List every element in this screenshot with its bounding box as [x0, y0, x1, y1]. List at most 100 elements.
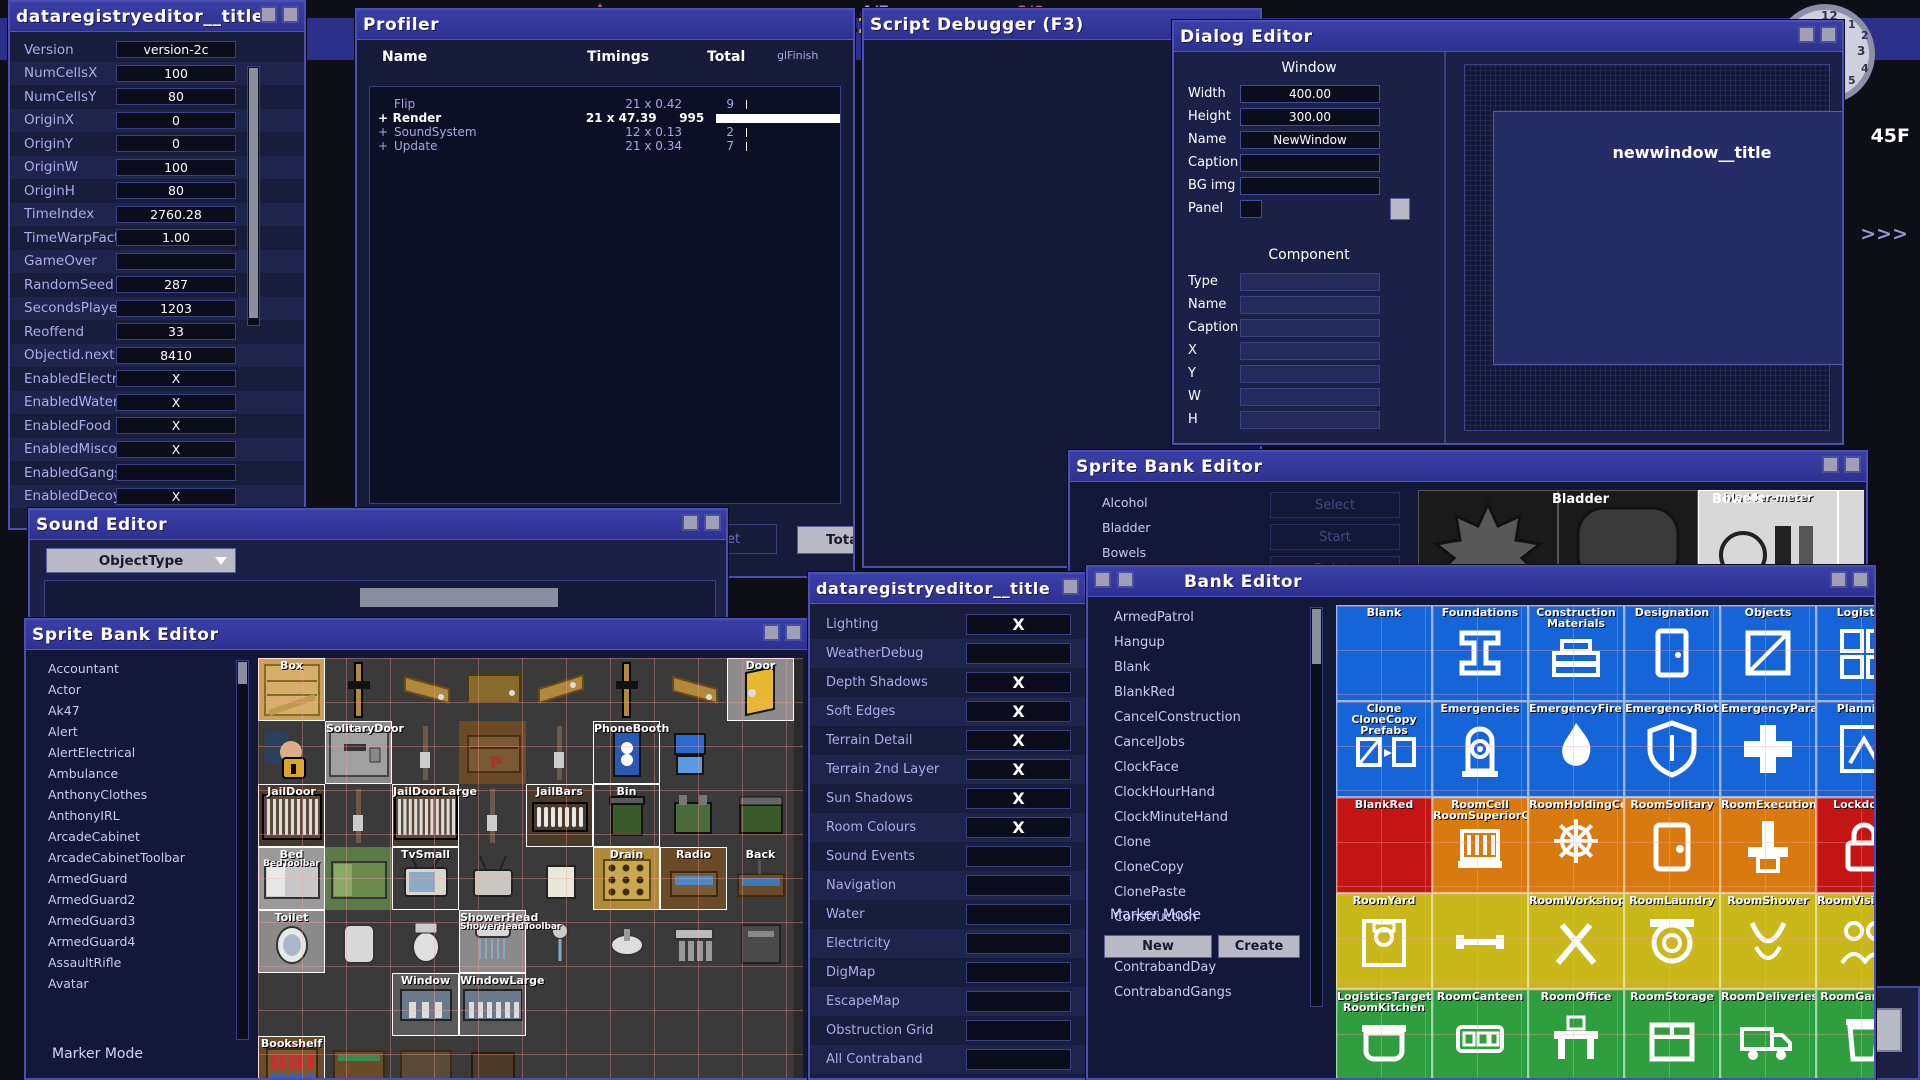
bank-icon-cell[interactable]: RoomWorkshop	[1528, 893, 1624, 989]
bank-icon-cell[interactable]: RoomYard	[1336, 893, 1432, 989]
bank-icon-cell[interactable]: RoomExecution	[1720, 797, 1816, 893]
registry-toggle-row[interactable]: DigMap	[810, 958, 1106, 987]
sprite-cell[interactable]	[526, 1036, 593, 1078]
bank-icon-cell[interactable]: EmergencyFireEngine	[1528, 701, 1624, 797]
window-dataregistry-left[interactable]: dataregistryeditor__title Version version…	[8, 0, 306, 530]
sprite-cell[interactable]	[392, 910, 459, 973]
profiler-row[interactable]: Flip 21 x 0.42 9	[370, 97, 840, 111]
sprite-cell[interactable]: ShowerHead ShowerHeadToolbar	[459, 910, 561, 973]
restore-button[interactable]	[1117, 571, 1134, 588]
new-button[interactable]: New	[1104, 935, 1212, 958]
toggle-checkbox[interactable]	[966, 933, 1071, 954]
dialog-field-row[interactable]: X	[1188, 339, 1438, 362]
sprite-cell[interactable]: PhoneBooth	[593, 721, 669, 784]
bank-icon-cell[interactable]: Clone CloneCopy Prefabs	[1336, 701, 1432, 797]
list-item[interactable]: ClockHourHand	[1088, 780, 1308, 805]
list-item[interactable]: ContrabandDay	[1088, 955, 1308, 980]
toggle-checkbox[interactable]: X	[966, 817, 1071, 838]
sprite-cell[interactable]	[526, 847, 593, 910]
dialog-field-input[interactable]	[1240, 176, 1380, 195]
sprite-cell[interactable]	[660, 721, 727, 784]
bank-icon-cell[interactable]: RoomShower	[1720, 893, 1816, 989]
dialog-field-input[interactable]: 400.00	[1240, 84, 1380, 103]
sprite-grid-panel[interactable]: Box Door SolitaryDoor P PhoneBooth JailDoor Ja…	[258, 658, 803, 1078]
bank-icon-cell[interactable]: RoomCanteen	[1432, 989, 1528, 1078]
window-controls[interactable]	[260, 6, 299, 23]
window-controls[interactable]	[1830, 571, 1869, 588]
sprite-cell[interactable]: Toilet	[258, 910, 325, 973]
list-item[interactable]: ClockMinuteHand	[1088, 805, 1308, 830]
bank-icon-cell[interactable]: RoomGarbage	[1816, 989, 1874, 1078]
dialog-field-input[interactable]	[1240, 387, 1380, 406]
bank-icon-cell[interactable]: EmergencyParamedic	[1720, 701, 1816, 797]
registry-row-value[interactable]: X	[116, 370, 236, 388]
registry-toggle-row[interactable]: Terrain Detail X	[810, 726, 1106, 755]
sprite-cell[interactable]	[727, 1036, 794, 1078]
scrollbar-thumb[interactable]	[249, 68, 258, 318]
list-item[interactable]: AlertElectrical	[26, 742, 226, 763]
dialog-field-input[interactable]	[1240, 272, 1380, 291]
toggle-checkbox[interactable]: X	[966, 759, 1071, 780]
dialog-field-row[interactable]: Y	[1188, 362, 1438, 385]
close-button-2[interactable]	[1852, 571, 1869, 588]
list-item[interactable]: Alert	[26, 721, 226, 742]
bank-icon-cell[interactable]: Designation	[1624, 605, 1720, 701]
list-item[interactable]: Accountant	[26, 658, 226, 679]
minimize-button[interactable]	[682, 514, 699, 531]
bank-icon-cell[interactable]: Foundations	[1432, 605, 1528, 701]
dialog-field-input[interactable]	[1240, 199, 1262, 218]
bank-icon-cell[interactable]	[1432, 893, 1528, 989]
registry-toggle-row[interactable]: All Contraband	[810, 1045, 1106, 1074]
sprite-cell[interactable]	[593, 973, 660, 1036]
registry-row-value[interactable]: 0	[116, 135, 236, 153]
toggle-checkbox[interactable]	[966, 962, 1071, 983]
close-button[interactable]	[1844, 456, 1861, 473]
list-item[interactable]: Actor	[26, 679, 226, 700]
dialog-field-row[interactable]: Caption	[1188, 151, 1438, 174]
minimize-button[interactable]	[1062, 578, 1079, 595]
registry-row-value[interactable]: 1.00	[116, 229, 236, 247]
registry-toggle-row[interactable]: Lighting X	[810, 610, 1106, 639]
sprite-cell[interactable]	[593, 1036, 660, 1078]
bank-icon-cell[interactable]: RoomDeliveries	[1720, 989, 1816, 1078]
list-item[interactable]: Hangup	[1088, 630, 1308, 655]
list-scrollbar[interactable]	[1310, 607, 1323, 1007]
minimize-button[interactable]	[1094, 571, 1111, 588]
registry-row-value[interactable]: 0	[116, 111, 236, 129]
dialog-field-input[interactable]: 300.00	[1240, 107, 1380, 126]
dialog-field-row[interactable]: Height 300.00	[1188, 105, 1438, 128]
sprite-cell[interactable]	[660, 1036, 727, 1078]
list-item[interactable]: ArmedGuard3	[26, 910, 226, 931]
dialog-preview-canvas[interactable]: newwindow__title	[1464, 64, 1842, 431]
sprite-cell[interactable]	[459, 847, 526, 910]
registry-toggle-row[interactable]: Room Colours X	[810, 813, 1106, 842]
toggle-checkbox[interactable]	[966, 1020, 1071, 1041]
registry-row-value[interactable]	[116, 252, 236, 270]
sprite-cell[interactable]: Window	[392, 973, 459, 1036]
profiler-row[interactable]: + SoundSystem 12 x 0.13 2	[370, 125, 840, 139]
sprite-cell[interactable]: Door	[727, 658, 794, 721]
registry-toggle-row[interactable]: Navigation	[810, 871, 1106, 900]
dialog-field-row[interactable]: H	[1188, 408, 1438, 431]
registry-toggle-row[interactable]: Sun Shadows X	[810, 784, 1106, 813]
sprite-cell[interactable]	[459, 1036, 526, 1078]
toggle-checkbox[interactable]: X	[966, 788, 1071, 809]
registry-row[interactable]: EnabledMisconductX	[10, 437, 304, 461]
toggle-checkbox[interactable]: X	[966, 672, 1071, 693]
sprite-name-list[interactable]: Accountant Actor Ak47 Alert AlertElectrical A…	[26, 658, 226, 994]
list-item[interactable]: Ambulance	[26, 763, 226, 784]
sprite-cell[interactable]	[727, 784, 794, 847]
registry-row-value[interactable]: 33	[116, 323, 236, 341]
sprite-cell[interactable]: P	[459, 721, 526, 784]
registry-row-value[interactable]: X	[116, 393, 236, 411]
toggle-checkbox[interactable]: X	[966, 730, 1071, 751]
sprite-cell[interactable]	[660, 784, 727, 847]
window-controls[interactable]	[1822, 456, 1861, 473]
list-item[interactable]: ClonePaste	[1088, 880, 1308, 905]
sprite-cell[interactable]	[526, 721, 593, 784]
list-item[interactable]: ArmedGuard	[26, 868, 226, 889]
close-button[interactable]	[1820, 26, 1837, 43]
profiler-row[interactable]: + Update 21 x 0.34 7	[370, 139, 840, 153]
dialog-field-row[interactable]: W	[1188, 385, 1438, 408]
expand-icon[interactable]: +	[370, 111, 393, 125]
